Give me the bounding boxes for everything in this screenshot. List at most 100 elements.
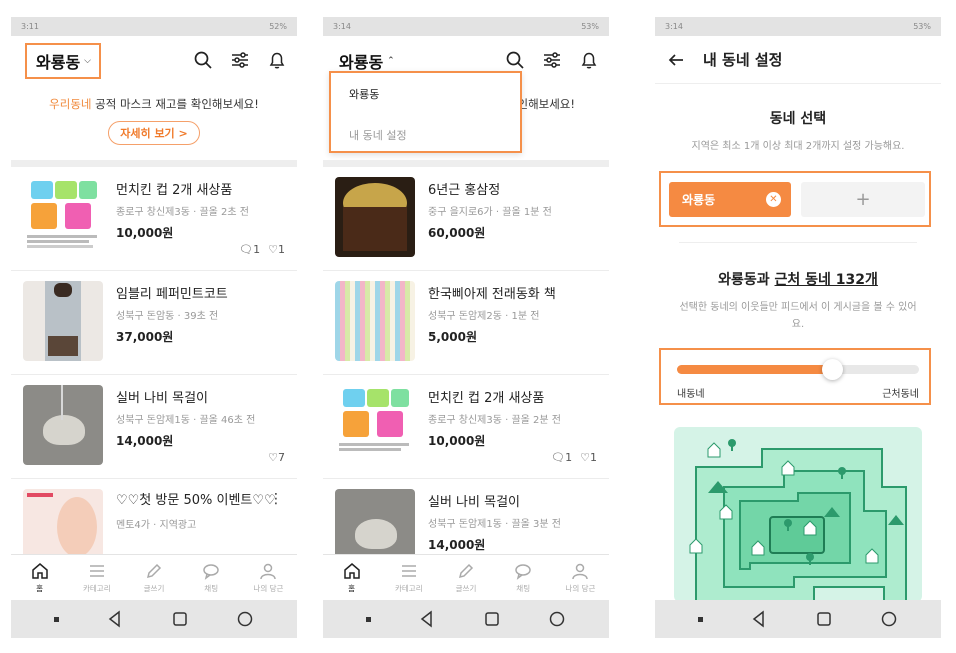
- bottom-nav: 홈 카테고리 글쓰기 채팅 나의 당근: [323, 554, 609, 600]
- more-icon[interactable]: ⋮: [269, 491, 283, 507]
- item-meta: 성북구 돈암제2동 · 1분 전: [428, 311, 540, 322]
- status-time: 3:14: [333, 22, 351, 31]
- circle-icon[interactable]: [236, 610, 254, 628]
- chat-count: 🗨1: [551, 451, 573, 464]
- settings-header: 내 동네 설정: [655, 36, 941, 84]
- nav-chat[interactable]: 채팅: [495, 555, 552, 600]
- square-icon[interactable]: [483, 610, 501, 628]
- banner-text-partial: 인해보세요!: [517, 97, 575, 111]
- nav-home[interactable]: 홈: [11, 555, 68, 600]
- banner-detail-button[interactable]: 자세히 보기 >: [108, 121, 200, 145]
- chat-icon: [515, 563, 531, 580]
- phone-settings: 3:14 53% 내 동네 설정 동네 선택 지역은 최소 1개 이상 최대 2…: [655, 17, 941, 638]
- list-item[interactable]: 6년근 홍삼정 중구 을지로6가 · 끌올 1분 전 60,000원: [323, 167, 609, 271]
- page-title: 내 동네 설정: [703, 51, 783, 69]
- range-slider-handle[interactable]: [821, 359, 843, 380]
- mask-banner: 우리동네 공적 마스크 재고를 확인해보세요! 자세히 보기 >: [11, 86, 297, 160]
- banner-text: 공적 마스크 재고를 확인해보세요!: [91, 97, 259, 111]
- circle-icon[interactable]: [548, 610, 566, 628]
- range-title-location: 와룡동과: [718, 272, 775, 288]
- dropdown-option-settings[interactable]: 내 동네 설정: [349, 127, 407, 143]
- back-triangle-icon[interactable]: [750, 610, 768, 628]
- item-title: 먼치킨 컵 2개 새상품: [116, 183, 233, 198]
- item-title: 실버 나비 목걸이: [428, 495, 520, 510]
- item-meta: 성북구 돈암제1동 · 끌올 46초 전: [116, 415, 256, 426]
- dot-icon: [54, 616, 60, 622]
- bell-icon[interactable]: [579, 50, 599, 70]
- select-title: 동네 선택: [769, 111, 827, 127]
- back-triangle-icon[interactable]: [106, 610, 124, 628]
- phone-dropdown: 3:14 53% 와룡동 ⌃ 인해보세요! 와룡동 내 동네 설정 6년근 홍삼…: [323, 17, 609, 638]
- bell-icon[interactable]: [267, 50, 287, 70]
- system-nav: [323, 600, 609, 638]
- nav-my[interactable]: 나의 당근: [552, 555, 609, 600]
- square-icon[interactable]: [171, 610, 189, 628]
- range-slider-track[interactable]: [677, 359, 919, 380]
- select-subtitle: 지역은 최소 1개 이상 최대 2개까지 설정 가능해요.: [691, 141, 905, 152]
- item-title: ♡♡첫 방문 50% 이벤트♡♡: [116, 493, 276, 508]
- home-icon: [31, 562, 48, 579]
- list-item[interactable]: 먼치킨 컵 2개 새상품 종로구 창신제3동 · 끌올 2분 전 10,000원…: [323, 375, 609, 479]
- dropdown-option-location[interactable]: 와룡동: [349, 86, 379, 102]
- location-dropdown: 와룡동 내 동네 설정: [329, 71, 522, 153]
- status-bar: 3:14 53%: [323, 17, 609, 36]
- chevron-up-icon: ⌃: [387, 56, 395, 66]
- nav-category[interactable]: 카테고리: [68, 555, 125, 600]
- search-icon[interactable]: [505, 50, 525, 70]
- location-selector[interactable]: 와룡동 ⌵: [25, 43, 101, 79]
- nav-chat[interactable]: 채팅: [183, 555, 240, 600]
- filter-icon[interactable]: [542, 50, 562, 70]
- like-count: ♡7: [268, 451, 285, 464]
- item-meta: 종로구 창신제3동 · 끌올 2초 전: [116, 207, 249, 218]
- dot-icon: [366, 616, 372, 622]
- slider-max-label: 근처동네: [882, 389, 919, 400]
- filter-icon[interactable]: [230, 50, 250, 70]
- location-selector[interactable]: 와룡동 ⌃: [339, 49, 395, 73]
- product-thumbnail: [335, 281, 415, 361]
- item-price: 5,000원: [428, 330, 477, 344]
- list-item[interactable]: 실버 나비 목걸이 성북구 돈암제1동 · 끌올 46초 전 14,000원 ♡…: [11, 375, 297, 479]
- neighborhood-chip[interactable]: 와룡동 ✕: [669, 182, 791, 217]
- bottom-nav: 홈 카테고리 글쓰기 채팅 나의 당근: [11, 554, 297, 600]
- range-title-count: 근처 동네 132개: [774, 272, 878, 288]
- square-icon[interactable]: [815, 610, 833, 628]
- status-bar: 3:11 52%: [11, 17, 297, 36]
- location-label: 와룡동: [36, 53, 81, 72]
- item-price: 10,000원: [116, 226, 174, 240]
- list-item[interactable]: 한국삐아제 전래동화 책 성북구 돈암제2동 · 1분 전 5,000원: [323, 271, 609, 375]
- list-item[interactable]: 먼치킨 컵 2개 새상품 종로구 창신제3동 · 끌올 2초 전 10,000원…: [11, 167, 297, 271]
- item-title: 한국삐아제 전래동화 책: [428, 287, 556, 302]
- system-nav: [655, 600, 941, 638]
- circle-icon[interactable]: [880, 610, 898, 628]
- item-title: 먼치킨 컵 2개 새상품: [428, 391, 545, 406]
- product-thumbnail: [335, 385, 415, 465]
- nav-category[interactable]: 카테고리: [380, 555, 437, 600]
- slider-min-label: 내동네: [677, 389, 705, 400]
- nav-write[interactable]: 글쓰기: [437, 555, 494, 600]
- banner-highlight: 우리동네: [49, 97, 92, 111]
- item-title: 실버 나비 목걸이: [116, 391, 208, 406]
- chat-icon: [203, 563, 219, 580]
- close-icon[interactable]: ✕: [766, 192, 781, 207]
- app-bar: 와룡동 ⌵: [11, 36, 297, 86]
- item-title: 임블리 페퍼민트코트: [116, 287, 228, 302]
- neighborhood-map: [674, 427, 922, 602]
- list-item[interactable]: 임블리 페퍼민트코트 성북구 돈암동 · 39초 전 37,000원: [11, 271, 297, 375]
- neighborhood-chips: 와룡동 ✕ +: [659, 171, 931, 227]
- search-icon[interactable]: [193, 50, 213, 70]
- chat-icon: 🗨: [239, 243, 254, 256]
- item-meta: 성북구 돈암제1동 · 끌올 3분 전: [428, 519, 561, 530]
- add-neighborhood-button[interactable]: +: [801, 182, 925, 217]
- back-arrow-icon[interactable]: [667, 51, 685, 69]
- nav-my[interactable]: 나의 당근: [240, 555, 297, 600]
- nav-write[interactable]: 글쓰기: [125, 555, 182, 600]
- nav-home[interactable]: 홈: [323, 555, 380, 600]
- heart-icon: ♡: [268, 451, 278, 464]
- range-subtitle: 선택한 동네의 이웃들만 피드에서 이 게시글을 볼 수 있어요.: [679, 302, 917, 330]
- product-thumbnail: [23, 385, 103, 465]
- range-title: 와룡동과 근처 동네 132개: [655, 269, 941, 289]
- product-thumbnail: [23, 281, 103, 361]
- product-thumbnail: [335, 177, 415, 257]
- item-price: 14,000원: [428, 538, 486, 552]
- back-triangle-icon[interactable]: [418, 610, 436, 628]
